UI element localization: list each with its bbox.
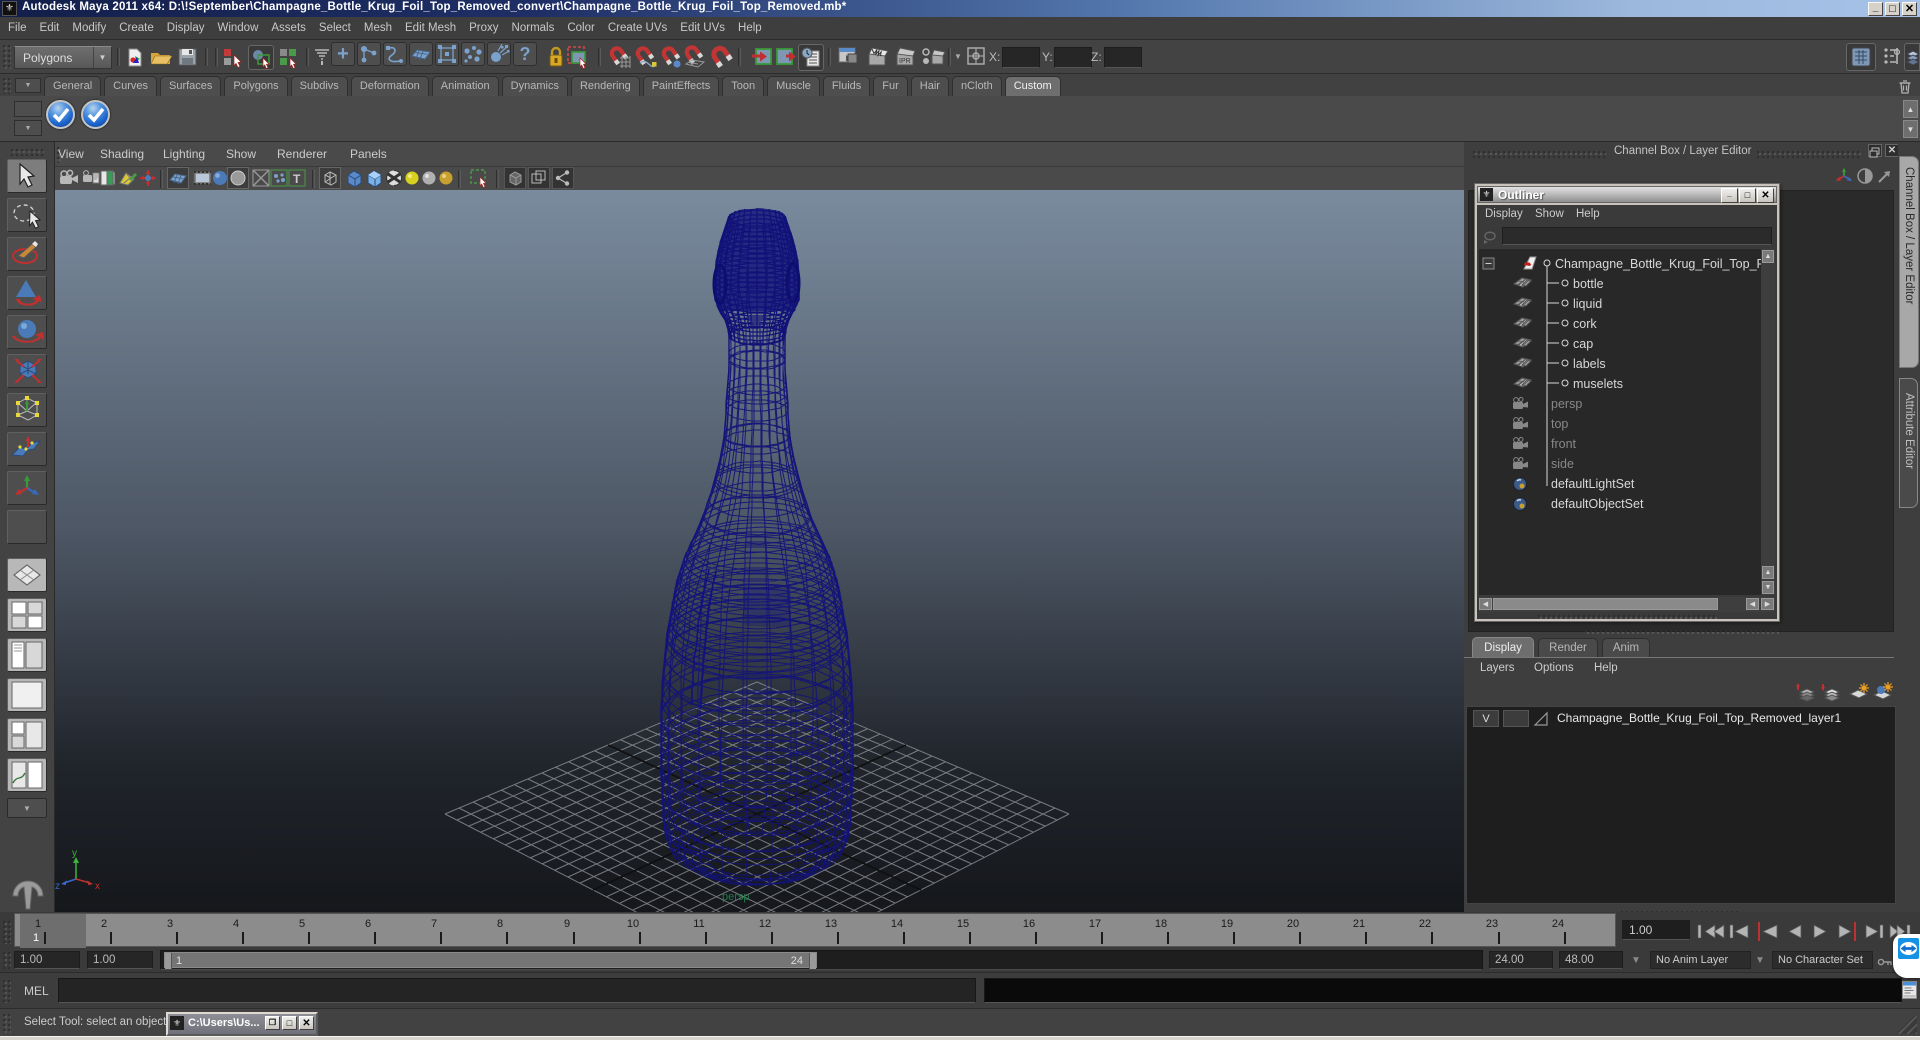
svg-text:cap: cap: [1573, 337, 1593, 351]
svg-text:11: 11: [693, 918, 704, 930]
svg-text:8: 8: [497, 918, 503, 930]
svg-text:14: 14: [891, 918, 903, 930]
svg-text:Champagne_Bottle_Krug_Foil_Top: Champagne_Bottle_Krug_Foil_Top_Remove: [1555, 257, 1761, 271]
svg-text:12: 12: [759, 918, 771, 930]
svg-text:3: 3: [167, 918, 173, 930]
svg-text:16: 16: [1023, 918, 1035, 930]
svg-text:T: T: [293, 172, 301, 186]
svg-text:IPR: IPR: [899, 58, 911, 65]
svg-text:labels: labels: [1573, 357, 1606, 371]
svg-text:persp: persp: [722, 891, 750, 903]
svg-text:13: 13: [825, 918, 837, 930]
svg-text:23: 23: [1486, 918, 1498, 930]
svg-text:5: 5: [299, 918, 305, 930]
svg-text:22: 22: [1419, 918, 1431, 930]
svg-text:6: 6: [365, 918, 371, 930]
svg-text:bottle: bottle: [1573, 277, 1604, 291]
svg-text:24: 24: [1552, 918, 1564, 930]
svg-text:cork: cork: [1573, 317, 1597, 331]
svg-text:front: front: [1551, 437, 1577, 451]
svg-text:4: 4: [233, 918, 239, 930]
svg-text:17: 17: [1089, 918, 1101, 930]
svg-text:top: top: [1551, 417, 1568, 431]
svg-text:x: x: [95, 881, 100, 892]
svg-text:18: 18: [1155, 918, 1167, 930]
svg-text:7: 7: [431, 918, 437, 930]
svg-text:z: z: [55, 881, 60, 892]
svg-text:defaultLightSet: defaultLightSet: [1551, 477, 1635, 491]
svg-text:muselets: muselets: [1573, 377, 1623, 391]
svg-text:20: 20: [1287, 918, 1299, 930]
svg-text:defaultObjectSet: defaultObjectSet: [1551, 497, 1644, 511]
svg-text:side: side: [1551, 457, 1574, 471]
svg-text:15: 15: [957, 918, 969, 930]
svg-text:liquid: liquid: [1573, 297, 1602, 311]
svg-text:10: 10: [627, 918, 639, 930]
svg-text:2: 2: [101, 918, 107, 930]
svg-text:y: y: [72, 848, 77, 859]
svg-text:19: 19: [1221, 918, 1233, 930]
svg-text:9: 9: [564, 918, 570, 930]
svg-text:1: 1: [35, 918, 41, 930]
svg-text:persp: persp: [1551, 397, 1582, 411]
svg-text:21: 21: [1353, 918, 1365, 930]
